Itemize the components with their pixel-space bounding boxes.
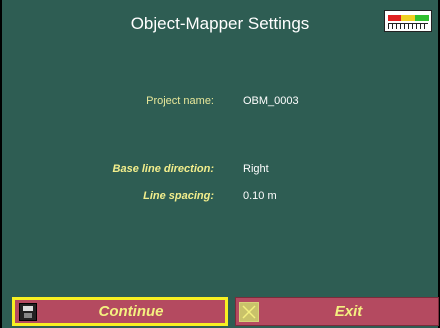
line-spacing-label: Line spacing:	[143, 190, 214, 202]
floppy-disk-icon	[19, 302, 37, 321]
line-spacing-value[interactable]: 0.10 m	[243, 190, 277, 202]
line-spacing-row: Line spacing: 0.10 m	[2, 190, 438, 206]
project-name-value[interactable]: OBM_0003	[243, 95, 299, 107]
exit-button[interactable]: Exit	[235, 297, 439, 326]
page-title: Object-Mapper Settings	[130, 14, 310, 33]
continue-button[interactable]: Continue	[12, 297, 228, 326]
settings-screen: Object-Mapper Settings Project name: OBM…	[0, 0, 440, 328]
baseline-direction-label: Base line direction:	[112, 163, 214, 175]
project-name-row: Project name: OBM_0003	[2, 95, 438, 111]
baseline-direction-row: Base line direction: Right	[2, 163, 438, 179]
signal-meter-icon	[384, 10, 432, 32]
close-x-icon	[239, 301, 259, 322]
baseline-direction-value[interactable]: Right	[243, 163, 269, 175]
continue-button-label: Continue	[98, 303, 164, 320]
project-name-label: Project name:	[146, 95, 214, 107]
exit-button-label: Exit	[334, 303, 363, 320]
